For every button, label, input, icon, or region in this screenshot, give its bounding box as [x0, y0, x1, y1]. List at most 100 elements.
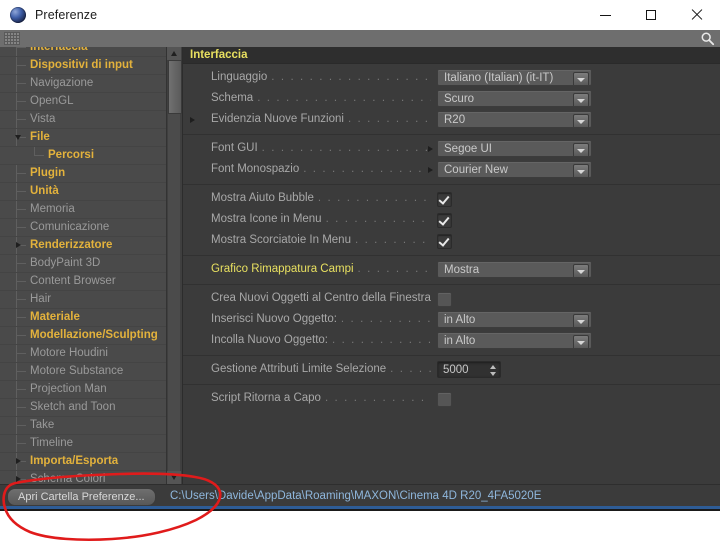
- sidebar-item-importa-esporta[interactable]: Importa/Esporta: [0, 453, 166, 471]
- sidebar-item-label: File: [30, 131, 50, 143]
- setting-row-mostra-aiuto-bubble: Mostra Aiuto Bubble. . . . . . . . . . .…: [183, 188, 720, 209]
- chevron-right-icon[interactable]: [16, 242, 21, 248]
- dropdown-grafico-rimappatura-campi[interactable]: Mostra: [437, 261, 592, 278]
- settings-group: Mostra Aiuto Bubble. . . . . . . . . . .…: [183, 185, 720, 256]
- leader-dots: . . . . . . . . . . . . . . . . . . . . …: [271, 71, 431, 83]
- checkbox-mostra-icone-in-menu[interactable]: [437, 213, 452, 228]
- sidebar-item-label: Percorsi: [48, 149, 95, 161]
- settings-group: Font GUI. . . . . . . . . . . . . . . . …: [183, 135, 720, 185]
- preferences-window: Preferenze Interfaccia Dispositivi di inp…: [0, 0, 720, 543]
- sidebar-item-renderizzatore[interactable]: Renderizzatore: [0, 237, 166, 255]
- checkbox-mostra-aiuto-bubble[interactable]: [437, 192, 452, 207]
- chevron-down-icon[interactable]: [573, 114, 589, 127]
- sidebar-item-percorsi[interactable]: Percorsi: [0, 147, 166, 165]
- settings-group: Gestione Attributi Limite Selezione. . .…: [183, 356, 720, 385]
- leader-dots: . . . . . . . . . . . . . . . . . . . . …: [354, 234, 431, 246]
- number-field-gestione-attributi-limite-selezione[interactable]: 5000: [437, 361, 501, 378]
- sidebar-item-dispositivi-di-input[interactable]: Dispositivi di input: [0, 57, 166, 75]
- sidebar-item-label: Memoria: [30, 203, 75, 215]
- sidebar-item-navigazione[interactable]: Navigazione: [0, 75, 166, 93]
- sidebar-item-bodypaint-3d[interactable]: BodyPaint 3D: [0, 255, 166, 273]
- sidebar-item-label: Navigazione: [30, 77, 94, 89]
- maximize-icon: [646, 10, 656, 20]
- sidebar-item-hair[interactable]: Hair: [0, 291, 166, 309]
- settings-group: Crea Nuovi Oggetti al Centro della Fines…: [183, 285, 720, 356]
- dropdown-incolla-nuovo-oggetto[interactable]: in Alto: [437, 332, 592, 349]
- leader-dots: . . . . . . . . . . . . . . . . . . . . …: [332, 334, 431, 346]
- sidebar-item-plugin[interactable]: Plugin: [0, 165, 166, 183]
- chevron-down-icon[interactable]: [573, 72, 589, 85]
- scroll-up-button[interactable]: [167, 47, 181, 60]
- setting-label: Linguaggio: [211, 71, 268, 83]
- sidebar-item-content-browser[interactable]: Content Browser: [0, 273, 166, 291]
- sidebar-item-label: Renderizzatore: [30, 239, 113, 251]
- maximize-button[interactable]: [628, 0, 674, 30]
- drag-grip-icon[interactable]: [4, 32, 20, 45]
- dropdown-schema[interactable]: Scuro: [437, 90, 592, 107]
- sidebar-item-label: Content Browser: [30, 275, 116, 287]
- minimize-icon: [599, 14, 611, 16]
- chevron-down-icon[interactable]: [573, 264, 589, 277]
- setting-row-font-gui: Font GUI. . . . . . . . . . . . . . . . …: [183, 138, 720, 159]
- leader-dots: . . . . . . . . . . . . . . . . . . . . …: [257, 92, 431, 104]
- sidebar-item-motore-substance[interactable]: Motore Substance: [0, 363, 166, 381]
- sidebar-item-memoria[interactable]: Memoria: [0, 201, 166, 219]
- preferences-tree[interactable]: Interfaccia Dispositivi di input Navigazio…: [0, 47, 166, 484]
- sidebar-item-comunicazione[interactable]: Comunicazione: [0, 219, 166, 237]
- chevron-right-icon[interactable]: [16, 476, 21, 482]
- close-icon: [691, 9, 703, 21]
- chevron-down-icon[interactable]: [573, 164, 589, 177]
- leader-dots: . . . . . . . . . . . . . . . . . . . . …: [325, 213, 431, 225]
- leader-dots: . . . . . . . . . . . . . . . . . . . . …: [347, 113, 431, 125]
- sidebar-item-projection-man[interactable]: Projection Man: [0, 381, 166, 399]
- chevron-right-icon[interactable]: [428, 146, 433, 152]
- chevron-down-icon[interactable]: [573, 314, 589, 327]
- checkbox-crea-nuovi-oggetti-al-centro-della-finestra[interactable]: [437, 292, 452, 307]
- window-title-bar: Preferenze: [0, 0, 720, 31]
- window-title: Preferenze: [35, 8, 98, 22]
- sidebar-item-take[interactable]: Take: [0, 417, 166, 435]
- chevron-down-icon[interactable]: [573, 93, 589, 106]
- sidebar-item-vista[interactable]: Vista: [0, 111, 166, 129]
- chevron-right-icon[interactable]: [428, 167, 433, 173]
- sidebar-item-label: Hair: [30, 293, 52, 305]
- close-button[interactable]: [674, 0, 720, 30]
- sidebar-item-schema-colori[interactable]: Schema Colori: [0, 471, 166, 484]
- sidebar-item-opengl[interactable]: OpenGL: [0, 93, 166, 111]
- spinner-arrows-icon[interactable]: [489, 364, 497, 377]
- dropdown-value: Italiano (Italian) (it-IT): [444, 72, 554, 84]
- sidebar-item-materiale[interactable]: Materiale: [0, 309, 166, 327]
- dropdown-linguaggio[interactable]: Italiano (Italian) (it-IT): [437, 69, 592, 86]
- sidebar-item-timeline[interactable]: Timeline: [0, 435, 166, 453]
- chevron-down-icon[interactable]: [573, 335, 589, 348]
- dropdown-font-monospazio[interactable]: Courier New: [437, 161, 592, 178]
- checkbox-script-ritorna-a-capo[interactable]: [437, 392, 452, 407]
- sidebar-item-motore-houdini[interactable]: Motore Houdini: [0, 345, 166, 363]
- sidebar-item-interfaccia[interactable]: Interfaccia: [0, 47, 166, 57]
- leader-dots: . . . . . . . . . . . . . . . . . . . . …: [357, 263, 431, 275]
- open-preferences-folder-button[interactable]: Apri Cartella Preferenze...: [7, 488, 156, 506]
- search-icon[interactable]: [700, 31, 715, 46]
- setting-row-inserisci-nuovo-oggetto: Inserisci Nuovo Oggetto:. . . . . . . . …: [183, 309, 720, 330]
- sidebar-item-modellazione-sculpting[interactable]: Modellazione/Sculpting: [0, 327, 166, 345]
- chevron-down-icon[interactable]: [573, 143, 589, 156]
- setting-row-grafico-rimappatura-campi: Grafico Rimappatura Campi. . . . . . . .…: [183, 259, 720, 280]
- scroll-down-button[interactable]: [167, 471, 181, 484]
- dropdown-font-gui[interactable]: Segoe UI: [437, 140, 592, 157]
- scrollbar-thumb[interactable]: [168, 60, 182, 114]
- scrollbar-track[interactable]: [168, 112, 180, 471]
- leader-dots: . . . . . . . . . . . . . . . . . . . . …: [317, 192, 431, 204]
- chevron-down-icon[interactable]: [15, 135, 21, 140]
- dropdown-inserisci-nuovo-oggetto[interactable]: in Alto: [437, 311, 592, 328]
- dropdown-evidenzia-nuove-funzioni[interactable]: R20: [437, 111, 592, 128]
- sidebar-item-file[interactable]: File: [0, 129, 166, 147]
- sidebar-scrollbar[interactable]: [166, 47, 182, 484]
- sidebar-item-sketch-and-toon[interactable]: Sketch and Toon: [0, 399, 166, 417]
- minimize-button[interactable]: [582, 0, 628, 30]
- chevron-right-icon[interactable]: [16, 458, 21, 464]
- checkbox-mostra-scorciatoie-in-menu[interactable]: [437, 234, 452, 249]
- sidebar-item-unit[interactable]: Unità: [0, 183, 166, 201]
- dropdown-value: Courier New: [444, 164, 508, 176]
- chevron-right-icon[interactable]: [190, 117, 195, 123]
- settings-group: Script Ritorna a Capo. . . . . . . . . .…: [183, 385, 720, 413]
